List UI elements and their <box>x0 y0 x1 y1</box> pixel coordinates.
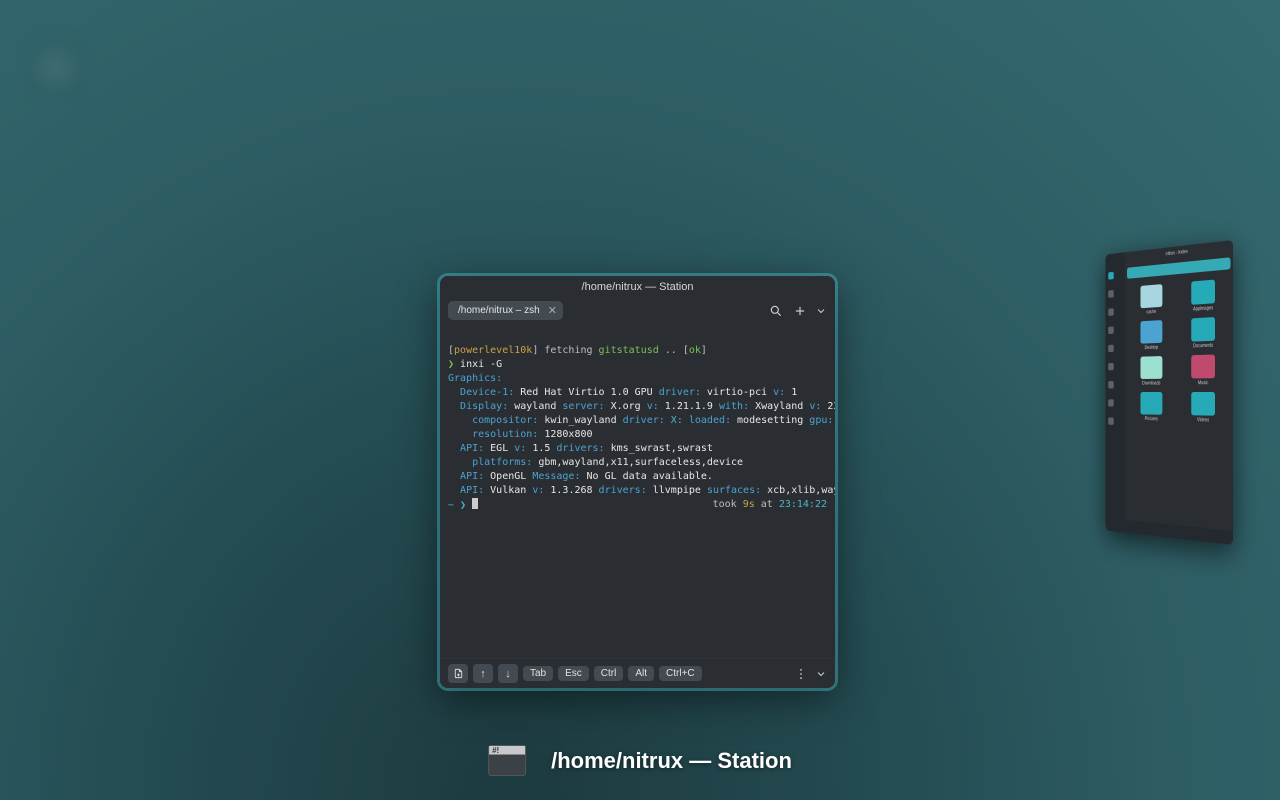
tab-bar: /home/nitrux – zsh ✕ <box>440 298 835 326</box>
folder-icon <box>1140 284 1162 308</box>
folder-label: Pictures <box>1145 416 1158 422</box>
sidebar-item[interactable] <box>1108 269 1122 281</box>
sidebar-item[interactable] <box>1108 343 1122 354</box>
esc-key[interactable]: Esc <box>558 666 589 681</box>
overview-caption: #! /home/nitrux — Station <box>488 745 792 776</box>
cursor <box>472 498 478 509</box>
window-title: /home/nitrux — Station <box>440 276 835 298</box>
folder-icon <box>1191 355 1215 379</box>
dropdown-icon[interactable] <box>815 302 827 320</box>
new-tab-icon[interactable] <box>791 302 809 320</box>
chevron-down-icon[interactable] <box>815 665 827 683</box>
new-file-icon[interactable] <box>448 664 468 683</box>
tab-label: /home/nitrux – zsh <box>458 305 540 316</box>
close-tab-icon[interactable]: ✕ <box>548 304 557 317</box>
folder-item[interactable]: Desktop <box>1129 319 1174 351</box>
terminal-window[interactable]: /home/nitrux — Station /home/nitrux – zs… <box>440 276 835 688</box>
arrow-up-key[interactable]: ↑ <box>473 664 493 683</box>
terminal-toolbar: ↑ ↓ Tab Esc Ctrl Alt Ctrl+C <box>440 658 835 688</box>
window-thumbnail-icon: #! <box>488 745 526 776</box>
folder-item[interactable]: AppImages <box>1179 278 1228 313</box>
file-manager-window[interactable]: nitrux - Index cacheAppImagesDesktopDocu… <box>1106 240 1233 545</box>
folder-label: Music <box>1198 380 1208 386</box>
sidebar-item[interactable] <box>1108 397 1122 408</box>
file-manager-sidebar <box>1106 252 1125 532</box>
overview-title: /home/nitrux — Station <box>551 748 792 774</box>
folder-icon <box>1140 320 1162 344</box>
folder-icon <box>1140 392 1162 415</box>
folder-label: Desktop <box>1145 345 1158 351</box>
ctrl-key[interactable]: Ctrl <box>594 666 624 681</box>
folder-label: Videos <box>1197 417 1209 423</box>
folder-label: AppImages <box>1193 305 1213 312</box>
folder-icon <box>1140 356 1162 379</box>
folder-item[interactable]: cache <box>1129 283 1174 316</box>
ctrl-c-key[interactable]: Ctrl+C <box>659 666 702 681</box>
folder-icon <box>1191 317 1215 342</box>
sidebar-item[interactable] <box>1108 361 1122 372</box>
prompt: ~ ❯ <box>448 500 472 511</box>
folder-item[interactable]: Downloads <box>1129 356 1174 387</box>
folder-icon <box>1191 280 1215 305</box>
folder-item[interactable]: Music <box>1179 354 1228 386</box>
folder-item[interactable]: Documents <box>1179 316 1228 350</box>
sidebar-item[interactable] <box>1108 416 1122 427</box>
arrow-down-key[interactable]: ↓ <box>498 664 518 683</box>
terminal-tab[interactable]: /home/nitrux – zsh ✕ <box>448 301 563 320</box>
tab-key[interactable]: Tab <box>523 666 553 681</box>
alt-key[interactable]: Alt <box>628 666 654 681</box>
folder-label: Downloads <box>1142 381 1160 387</box>
sidebar-item[interactable] <box>1108 306 1122 318</box>
sidebar-item[interactable] <box>1108 379 1122 390</box>
folder-item[interactable]: Videos <box>1179 392 1228 424</box>
desktop-blurred-icon <box>28 40 83 95</box>
folder-grid: cache AppImages Desktop Documents Downloads M… <box>1125 272 1233 531</box>
sidebar-item[interactable] <box>1108 288 1122 300</box>
search-icon[interactable] <box>767 302 785 320</box>
sidebar-item[interactable] <box>1108 324 1122 336</box>
folder-label: Documents <box>1193 343 1213 350</box>
menu-icon[interactable] <box>792 665 810 683</box>
folder-item[interactable]: Pictures <box>1129 392 1174 423</box>
terminal-output[interactable]: [powerlevel10k] fetching gitstatusd .. [… <box>440 326 835 658</box>
folder-label: cache <box>1146 309 1156 315</box>
folder-icon <box>1191 392 1215 416</box>
